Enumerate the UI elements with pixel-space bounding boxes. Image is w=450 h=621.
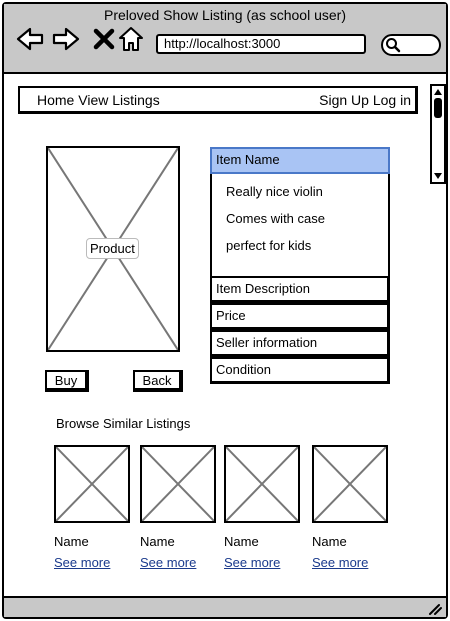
scroll-thumb[interactable] (434, 98, 442, 118)
home-icon[interactable] (118, 26, 144, 52)
similar-listing-name: Name (312, 534, 347, 549)
similar-listing-image[interactable] (140, 445, 216, 523)
browser-search-field[interactable] (381, 34, 441, 56)
resize-grip-icon[interactable] (428, 603, 442, 615)
scroll-up-arrow-icon[interactable] (433, 87, 443, 97)
see-more-link[interactable]: See more (54, 555, 110, 570)
menu-sign-up[interactable]: Sign Up (319, 92, 369, 108)
menu-log-in[interactable]: Log in (373, 92, 411, 108)
close-x-icon[interactable] (92, 26, 116, 52)
section-item-name[interactable]: Item Name (210, 147, 390, 174)
search-icon (386, 38, 401, 53)
item-details-accordion: Item Name Really nice violin Comes with … (210, 147, 390, 384)
similar-listing-image[interactable] (54, 445, 130, 523)
buy-button[interactable]: Buy (45, 370, 89, 392)
vertical-scrollbar[interactable] (430, 84, 446, 184)
scroll-down-arrow-icon[interactable] (433, 171, 443, 181)
title-bar: Preloved Show Listing (as school user) h… (4, 4, 446, 74)
section-item-description[interactable]: Item Description (210, 276, 390, 303)
item-name-content: Really nice violin Comes with case perfe… (210, 174, 390, 276)
url-field[interactable]: http://localhost:3000 (156, 34, 366, 54)
window-title: Preloved Show Listing (as school user) (103, 7, 346, 23)
product-image-label: Product (86, 238, 139, 259)
item-name-line: Really nice violin (226, 184, 323, 199)
top-menu-bar: Home View Listings Sign Up Log in (18, 86, 418, 114)
similar-listing-image[interactable] (312, 445, 388, 523)
similar-listing-name: Name (224, 534, 259, 549)
section-price[interactable]: Price (210, 303, 390, 330)
back-button[interactable]: Back (133, 370, 183, 392)
back-arrow-icon[interactable] (16, 26, 44, 52)
see-more-link[interactable]: See more (312, 555, 368, 570)
item-name-line: perfect for kids (226, 238, 312, 253)
similar-listings-heading: Browse Similar Listings (56, 416, 191, 431)
browser-window: Preloved Show Listing (as school user) h… (2, 2, 448, 619)
see-more-link[interactable]: See more (224, 555, 280, 570)
item-name-line: Comes with case (226, 211, 325, 226)
forward-arrow-icon[interactable] (52, 26, 80, 52)
similar-listing-name: Name (140, 534, 175, 549)
status-bar (4, 596, 446, 617)
see-more-link[interactable]: See more (140, 555, 196, 570)
section-condition[interactable]: Condition (210, 357, 390, 384)
similar-listing-name: Name (54, 534, 89, 549)
menu-home[interactable]: Home (37, 92, 74, 108)
similar-listing-image[interactable] (224, 445, 300, 523)
section-seller-information[interactable]: Seller information (210, 330, 390, 357)
menu-view-listings[interactable]: View Listings (78, 92, 159, 108)
